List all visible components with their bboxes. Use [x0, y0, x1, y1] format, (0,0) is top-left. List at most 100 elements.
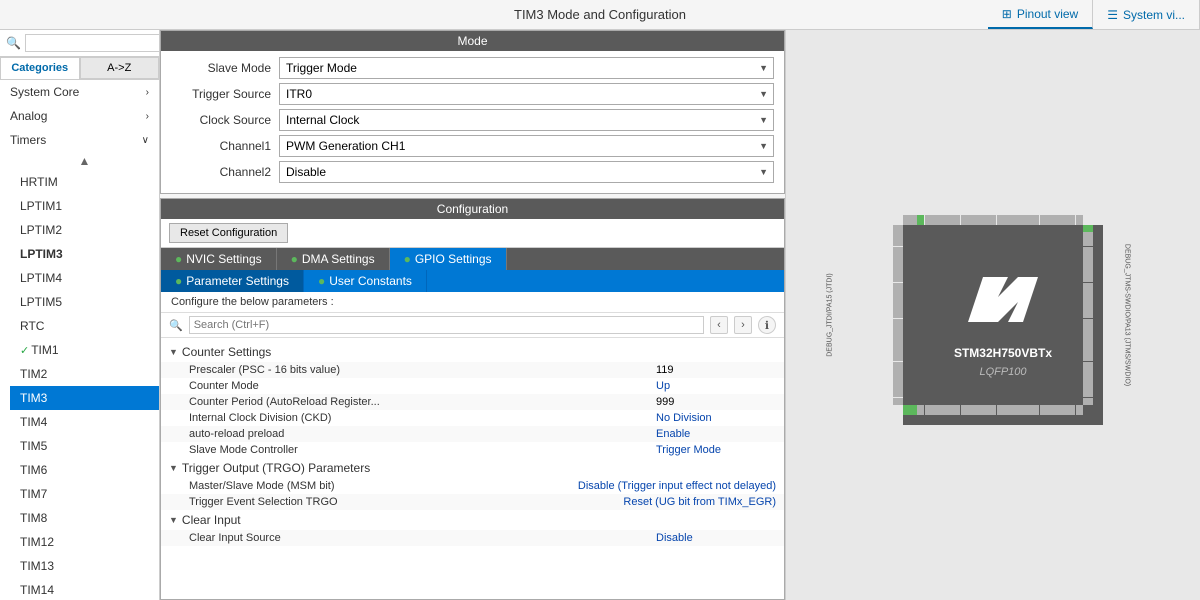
params-header: Configure the below parameters : — [161, 292, 784, 313]
sidebar-item-LPTIM1[interactable]: LPTIM1 — [10, 194, 159, 218]
pin — [893, 254, 903, 261]
pin — [1083, 362, 1093, 369]
sidebar-item-LPTIM2[interactable]: LPTIM2 — [10, 218, 159, 242]
pin — [997, 215, 1004, 225]
tab-az[interactable]: A->Z — [80, 57, 160, 79]
slave-mode-row: Slave Mode Trigger Mode — [171, 57, 774, 79]
sidebar-item-TIM8[interactable]: TIM8 — [10, 506, 159, 530]
config-sub-tabs: ● Parameter Settings ● User Constants — [161, 270, 784, 292]
param-slave-mode-ctrl: Slave Mode Controller Trigger Mode — [161, 442, 784, 458]
config-header: Configuration — [161, 199, 784, 219]
mode-header: Mode — [161, 31, 784, 51]
channel1-label: Channel1 — [171, 139, 271, 153]
pin — [1083, 398, 1093, 405]
pin — [1054, 215, 1061, 225]
sidebar-item-LPTIM3[interactable]: LPTIM3 — [10, 242, 159, 266]
pin — [1032, 405, 1039, 415]
pin — [1083, 319, 1093, 326]
system-icon: ☰ — [1107, 8, 1118, 22]
pin — [917, 405, 924, 415]
group-counter-settings[interactable]: ▼ Counter Settings — [161, 342, 784, 362]
user-const-check-icon: ● — [318, 274, 325, 288]
sidebar-item-HRTIM[interactable]: HRTIM — [10, 170, 159, 194]
pin — [1083, 376, 1093, 383]
right-pins — [1083, 225, 1093, 405]
sidebar-search-input[interactable] — [25, 34, 160, 52]
sidebar-tabs: Categories A->Z — [0, 57, 159, 80]
sidebar-item-TIM14[interactable]: TIM14 — [10, 578, 159, 600]
center-panel: Mode Slave Mode Trigger Mode Trigger Sou… — [160, 30, 785, 600]
pin — [893, 354, 903, 361]
pin — [1083, 354, 1093, 361]
group-trgo-label: Trigger Output (TRGO) Parameters — [182, 461, 370, 475]
sidebar-item-TIM2[interactable]: TIM2 — [10, 362, 159, 386]
group-clear-input[interactable]: ▼ Clear Input — [161, 510, 784, 530]
trigger-source-select[interactable]: ITR0 — [279, 83, 774, 105]
sidebar-item-RTC[interactable]: RTC — [10, 314, 159, 338]
pin — [1083, 232, 1093, 239]
pin — [893, 261, 903, 268]
pin — [1018, 215, 1025, 225]
sidebar-item-TIM7[interactable]: TIM7 — [10, 482, 159, 506]
tab-nvic-settings[interactable]: ● NVIC Settings — [161, 248, 277, 270]
pin — [1068, 405, 1075, 415]
pin — [1004, 215, 1011, 225]
tab-gpio-settings[interactable]: ● GPIO Settings — [390, 248, 507, 270]
pin — [1040, 405, 1047, 415]
chevron-down-icon: ∨ — [142, 135, 149, 146]
group-counter-label: Counter Settings — [182, 345, 271, 359]
param-msm: Master/Slave Mode (MSM bit) Disable (Tri… — [161, 478, 784, 494]
pinout-view-btn[interactable]: ⊞ Pinout view — [988, 0, 1093, 29]
sidebar-item-LPTIM5[interactable]: LPTIM5 — [10, 290, 159, 314]
bottom-pins — [903, 405, 1083, 415]
slave-mode-select[interactable]: Trigger Mode — [279, 57, 774, 79]
pin — [1083, 326, 1093, 333]
pin — [932, 405, 939, 415]
channel1-select[interactable]: PWM Generation CH1 — [279, 135, 774, 157]
clock-source-select-wrapper: Internal Clock — [279, 109, 774, 131]
param-internal-clock-div: Internal Clock Division (CKD) No Divisio… — [161, 410, 784, 426]
sidebar-item-system-core[interactable]: System Core › — [0, 80, 159, 104]
sidebar-item-TIM5[interactable]: TIM5 — [10, 434, 159, 458]
scroll-up-btn[interactable]: ▲ — [10, 152, 159, 170]
info-btn[interactable]: ℹ — [758, 316, 776, 334]
chevron-right-icon: › — [146, 111, 149, 122]
pin — [893, 383, 903, 390]
sidebar-item-TIM13[interactable]: TIM13 — [10, 554, 159, 578]
pin — [1083, 297, 1093, 304]
sidebar-item-TIM4[interactable]: TIM4 — [10, 410, 159, 434]
pin — [1083, 390, 1093, 397]
search-next-btn[interactable]: › — [734, 316, 752, 334]
params-search-bar: 🔍 ‹ › ℹ — [161, 313, 784, 338]
tab-user-constants[interactable]: ● User Constants — [304, 270, 427, 292]
param-auto-reload: auto-reload preload Enable — [161, 426, 784, 442]
sidebar-item-TIM6[interactable]: TIM6 — [10, 458, 159, 482]
params-search-input[interactable] — [189, 316, 704, 334]
pin — [1054, 405, 1061, 415]
sidebar-item-TIM1[interactable]: ✓TIM1 — [10, 338, 159, 362]
sidebar-item-TIM3[interactable]: TIM3 — [10, 386, 159, 410]
param-clear-input-source: Clear Input Source Disable — [161, 530, 784, 546]
tab-dma-settings[interactable]: ● DMA Settings — [277, 248, 390, 270]
config-tabs: ● NVIC Settings ● DMA Settings ● GPIO Se… — [161, 248, 784, 270]
reset-config-button[interactable]: Reset Configuration — [169, 223, 288, 243]
param-prescaler: Prescaler (PSC - 16 bits value) 119 — [161, 362, 784, 378]
pin — [961, 215, 968, 225]
pin — [1018, 405, 1025, 415]
group-trgo[interactable]: ▼ Trigger Output (TRGO) Parameters — [161, 458, 784, 478]
sidebar-item-LPTIM4[interactable]: LPTIM4 — [10, 266, 159, 290]
clock-source-select[interactable]: Internal Clock — [279, 109, 774, 131]
system-view-btn[interactable]: ☰ System vi... — [1093, 0, 1200, 29]
tab-parameter-settings[interactable]: ● Parameter Settings — [161, 270, 304, 292]
pin — [1083, 383, 1093, 390]
tab-categories[interactable]: Categories — [0, 57, 80, 79]
sidebar-item-analog[interactable]: Analog › — [0, 104, 159, 128]
pin — [946, 215, 953, 225]
channel2-select[interactable]: Disable — [279, 161, 774, 183]
pin — [997, 405, 1004, 415]
pinout-icon: ⊞ — [1002, 7, 1012, 21]
sidebar-item-timers[interactable]: Timers ∨ — [0, 128, 159, 152]
search-prev-btn[interactable]: ‹ — [710, 316, 728, 334]
sidebar-item-TIM12[interactable]: TIM12 — [10, 530, 159, 554]
trigger-source-label: Trigger Source — [171, 87, 271, 101]
